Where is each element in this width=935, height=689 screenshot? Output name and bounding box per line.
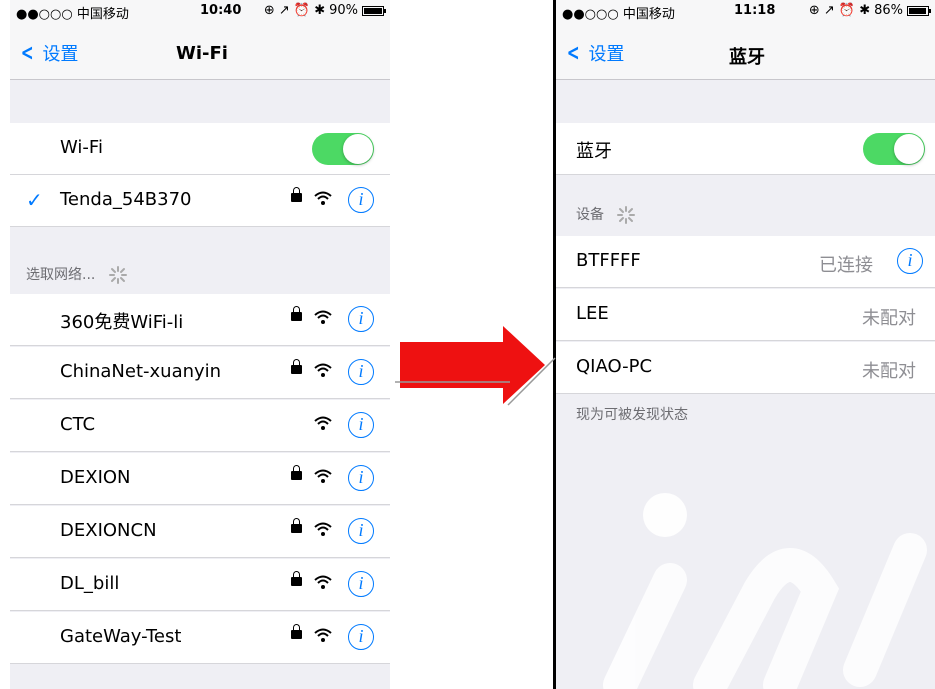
status-bar: ●●○○○ 中国移动 11:18 ⊕ ↗ ⏰ ✱ 86%: [556, 0, 935, 22]
info-icon[interactable]: i: [348, 359, 374, 385]
network-row[interactable]: ChinaNet-xuanyin i: [10, 347, 390, 399]
battery-icon: [907, 5, 931, 16]
back-label: 设置: [42, 44, 79, 65]
network-name: CTC: [60, 414, 96, 435]
info-icon[interactable]: i: [348, 518, 374, 544]
network-row[interactable]: DEXION i: [10, 453, 390, 505]
network-name: GateWay-Test: [60, 626, 182, 647]
network-row[interactable]: DEXIONCN i: [10, 506, 390, 558]
status-time: 11:18: [734, 3, 776, 18]
carrier-label: ●●○○○ 中国移动: [16, 7, 129, 22]
wifi-icon: [314, 469, 332, 483]
page-title: 蓝牙: [729, 47, 765, 68]
status-time: 10:40: [200, 3, 242, 18]
network-name: ChinaNet-xuanyin: [60, 361, 222, 382]
nav-bar: < 设置 Wi-Fi: [10, 22, 390, 80]
info-icon[interactable]: i: [348, 624, 374, 650]
info-icon[interactable]: i: [897, 248, 923, 274]
discoverable-note: 现为可被发现状态: [576, 407, 688, 423]
devices-header-label: 设备: [576, 207, 604, 223]
device-row[interactable]: LEE 未配对: [556, 289, 935, 341]
status-right: ⊕ ↗ ⏰ ✱ 86%: [808, 3, 931, 18]
loading-spinner-icon: [617, 206, 636, 224]
battery-percent: 90%: [329, 3, 358, 18]
network-name: 360免费WiFi-li: [60, 312, 184, 333]
carrier-label: ●●○○○ 中国移动: [562, 7, 675, 22]
network-row[interactable]: 360免费WiFi-li i: [10, 294, 390, 346]
page-title: Wi-Fi: [176, 43, 228, 64]
devices-header: 设备: [556, 204, 935, 225]
status-icons: ⊕ ↗ ⏰ ✱: [808, 3, 871, 18]
lock-icon: [291, 359, 302, 374]
network-name: DEXIONCN: [60, 520, 157, 541]
status-bar: ●●○○○ 中国移动 10:40 ⊕ ↗ ⏰ ✱ 90%: [10, 0, 390, 22]
section-header-label: 选取网络...: [26, 267, 96, 283]
device-name: QIAO-PC: [576, 356, 653, 377]
network-name: Tenda_54B370: [60, 189, 192, 210]
info-icon[interactable]: i: [348, 306, 374, 332]
lock-icon: [291, 571, 302, 586]
network-row[interactable]: GateWay-Test i: [10, 612, 390, 664]
wifi-icon: [314, 416, 332, 430]
device-name: LEE: [576, 303, 609, 324]
device-status: 未配对: [862, 361, 916, 382]
device-row[interactable]: QIAO-PC 未配对: [556, 342, 935, 394]
wifi-icon: [314, 363, 332, 377]
lock-icon: [291, 306, 302, 321]
info-icon[interactable]: i: [348, 465, 374, 491]
bluetooth-toggle-row: 蓝牙: [556, 123, 935, 175]
bluetooth-screen: ●●○○○ 中国移动 11:18 ⊕ ↗ ⏰ ✱ 86% < 设置 蓝牙 蓝牙 …: [556, 0, 935, 689]
network-row[interactable]: DL_bill i: [10, 559, 390, 611]
bluetooth-toggle[interactable]: [863, 133, 925, 165]
device-status: 已连接: [819, 255, 873, 276]
wifi-toggle[interactable]: [312, 133, 374, 165]
loading-spinner-icon: [108, 266, 127, 284]
info-icon[interactable]: i: [348, 187, 374, 213]
bluetooth-toggle-label: 蓝牙: [576, 141, 612, 162]
wifi-toggle-label: Wi-Fi: [60, 137, 103, 158]
lock-icon: [291, 624, 302, 639]
nav-bar: < 设置 蓝牙: [556, 22, 935, 80]
lock-icon: [291, 187, 302, 202]
wifi-screen: ●●○○○ 中国移动 10:40 ⊕ ↗ ⏰ ✱ 90% < 设置 Wi-Fi …: [10, 0, 390, 689]
wifi-icon: [314, 522, 332, 536]
lock-icon: [291, 518, 302, 533]
network-name: DL_bill: [60, 573, 120, 594]
info-icon[interactable]: i: [348, 412, 374, 438]
checkmark-icon: ✓: [26, 188, 43, 212]
chevron-left-icon: <: [20, 40, 34, 66]
network-row[interactable]: CTC i: [10, 400, 390, 452]
back-button[interactable]: < 设置: [18, 40, 79, 66]
arrow-right-icon: [395, 326, 556, 406]
back-button[interactable]: < 设置: [564, 40, 625, 66]
wifi-icon: [314, 628, 332, 642]
device-name: BTFFFF: [576, 250, 641, 271]
wifi-toggle-row: Wi-Fi: [10, 123, 390, 175]
status-icons: ⊕ ↗ ⏰ ✱: [263, 3, 326, 18]
device-status: 未配对: [862, 308, 916, 329]
device-row[interactable]: BTFFFF 已连接 i: [556, 236, 935, 288]
connected-network-row[interactable]: ✓ Tenda_54B370 i: [10, 175, 390, 227]
section-header: 选取网络...: [10, 264, 390, 285]
chevron-left-icon: <: [566, 40, 580, 66]
wifi-icon: [314, 191, 332, 205]
lock-icon: [291, 465, 302, 480]
battery-icon: [362, 5, 386, 16]
wifi-icon: [314, 575, 332, 589]
battery-percent: 86%: [874, 3, 903, 18]
info-icon[interactable]: i: [348, 571, 374, 597]
network-name: DEXION: [60, 467, 131, 488]
back-label: 设置: [588, 44, 625, 65]
wifi-icon: [314, 310, 332, 324]
status-right: ⊕ ↗ ⏰ ✱ 90%: [263, 3, 386, 18]
